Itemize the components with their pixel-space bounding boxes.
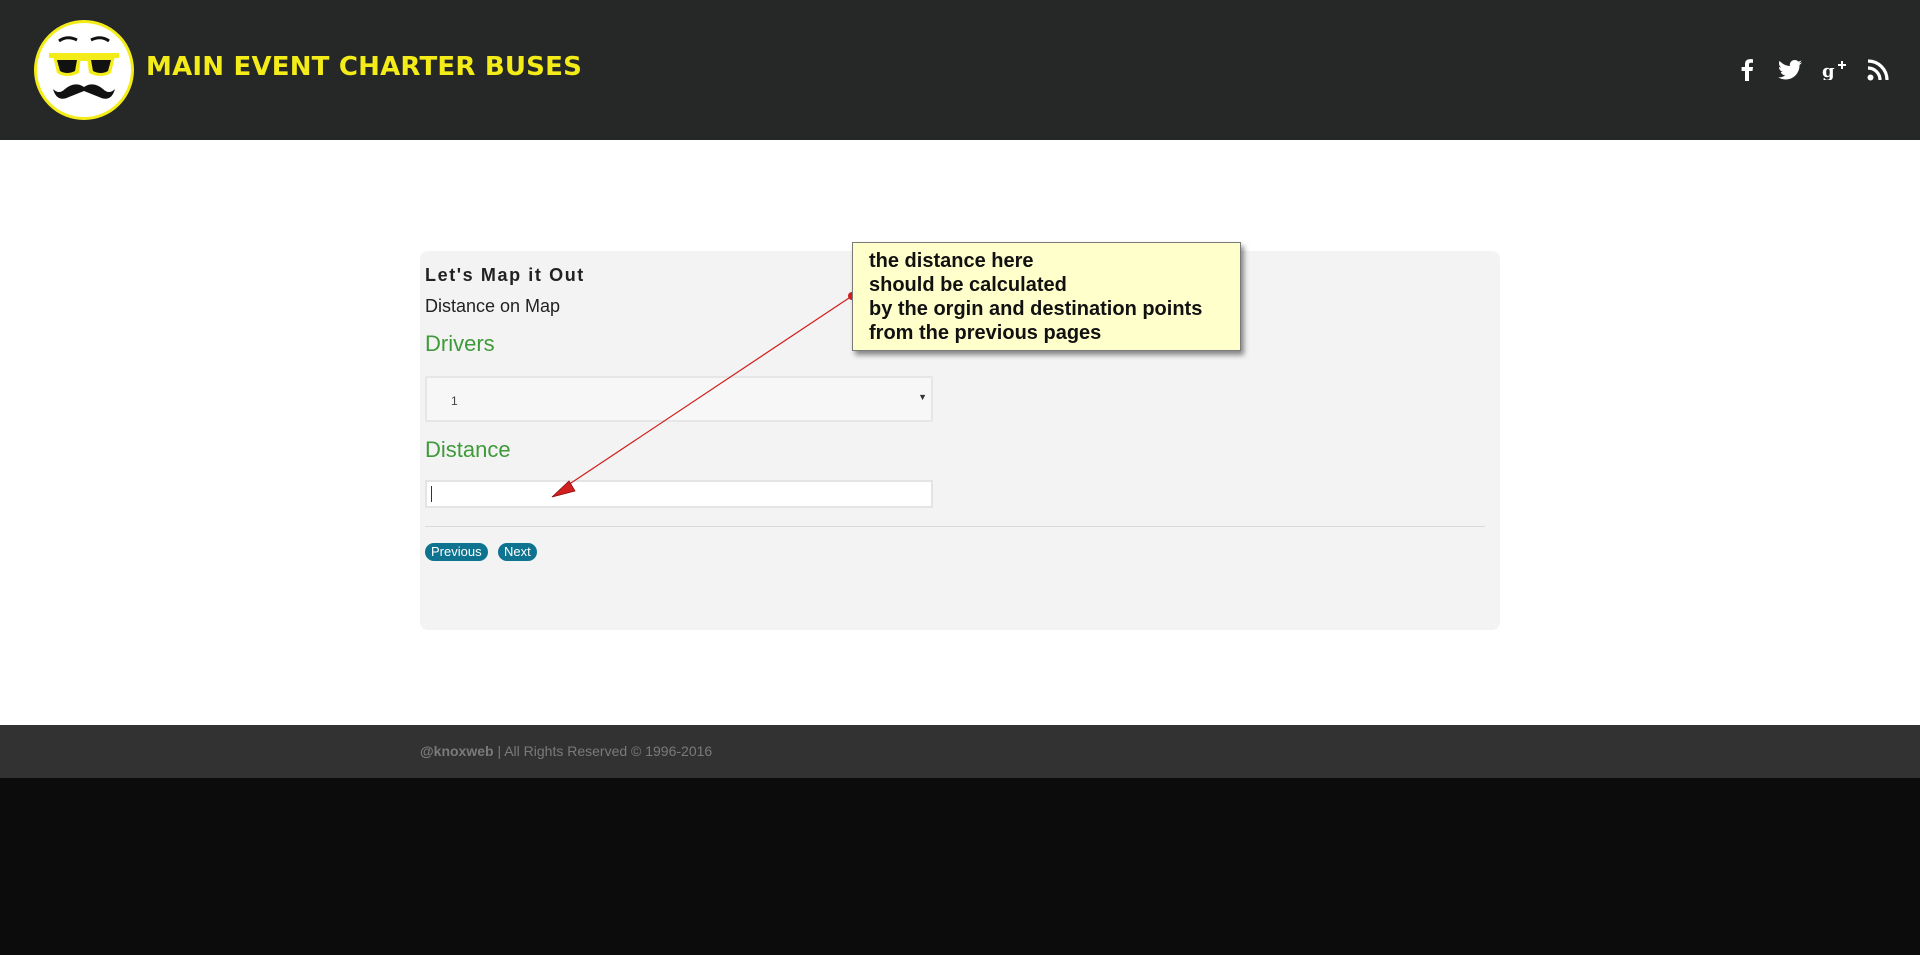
next-button[interactable]: Next bbox=[498, 543, 537, 561]
dropdown-arrow-icon: ▼ bbox=[918, 392, 927, 402]
annotation-note: the distance here should be calculated b… bbox=[852, 242, 1241, 351]
footer-brand-link[interactable]: @knoxweb bbox=[420, 743, 494, 759]
mustache-face-logo[interactable] bbox=[34, 20, 134, 120]
main-content: Let's Map it Out Distance on Map Drivers… bbox=[0, 140, 1920, 725]
mustache-face-icon bbox=[49, 36, 119, 99]
annotation-line: from the previous pages bbox=[869, 322, 1102, 344]
drivers-select[interactable]: 1 ▼ bbox=[425, 376, 933, 422]
text-caret bbox=[431, 486, 432, 502]
rss-icon[interactable] bbox=[1864, 56, 1892, 84]
annotation-line: by the orgin and destination points bbox=[869, 298, 1203, 320]
form-divider bbox=[425, 526, 1485, 527]
twitter-icon[interactable] bbox=[1776, 56, 1804, 84]
annotation-line: the distance here bbox=[869, 250, 1034, 272]
google-plus-icon[interactable]: g bbox=[1820, 56, 1848, 84]
svg-text:g: g bbox=[1822, 61, 1835, 80]
form-heading: Let's Map it Out bbox=[425, 265, 585, 285]
footer-text: @knoxweb | All Rights Reserved © 1996-20… bbox=[420, 743, 712, 759]
annotation-line: should be calculated bbox=[869, 274, 1067, 296]
form-subheading: Distance on Map bbox=[425, 296, 561, 316]
distance-label: Distance bbox=[425, 437, 511, 462]
facebook-icon[interactable] bbox=[1733, 56, 1761, 84]
footer-rights: | All Rights Reserved © 1996-2016 bbox=[493, 743, 713, 759]
site-footer: @knoxweb | All Rights Reserved © 1996-20… bbox=[0, 725, 1920, 778]
previous-button[interactable]: Previous bbox=[425, 543, 488, 561]
drivers-select-value: 1 bbox=[451, 394, 458, 408]
distance-input[interactable] bbox=[425, 480, 933, 508]
drivers-label: Drivers bbox=[425, 331, 495, 356]
site-header: MAIN EVENT CHARTER BUSES g bbox=[0, 0, 1920, 140]
site-title[interactable]: MAIN EVENT CHARTER BUSES bbox=[146, 52, 582, 82]
